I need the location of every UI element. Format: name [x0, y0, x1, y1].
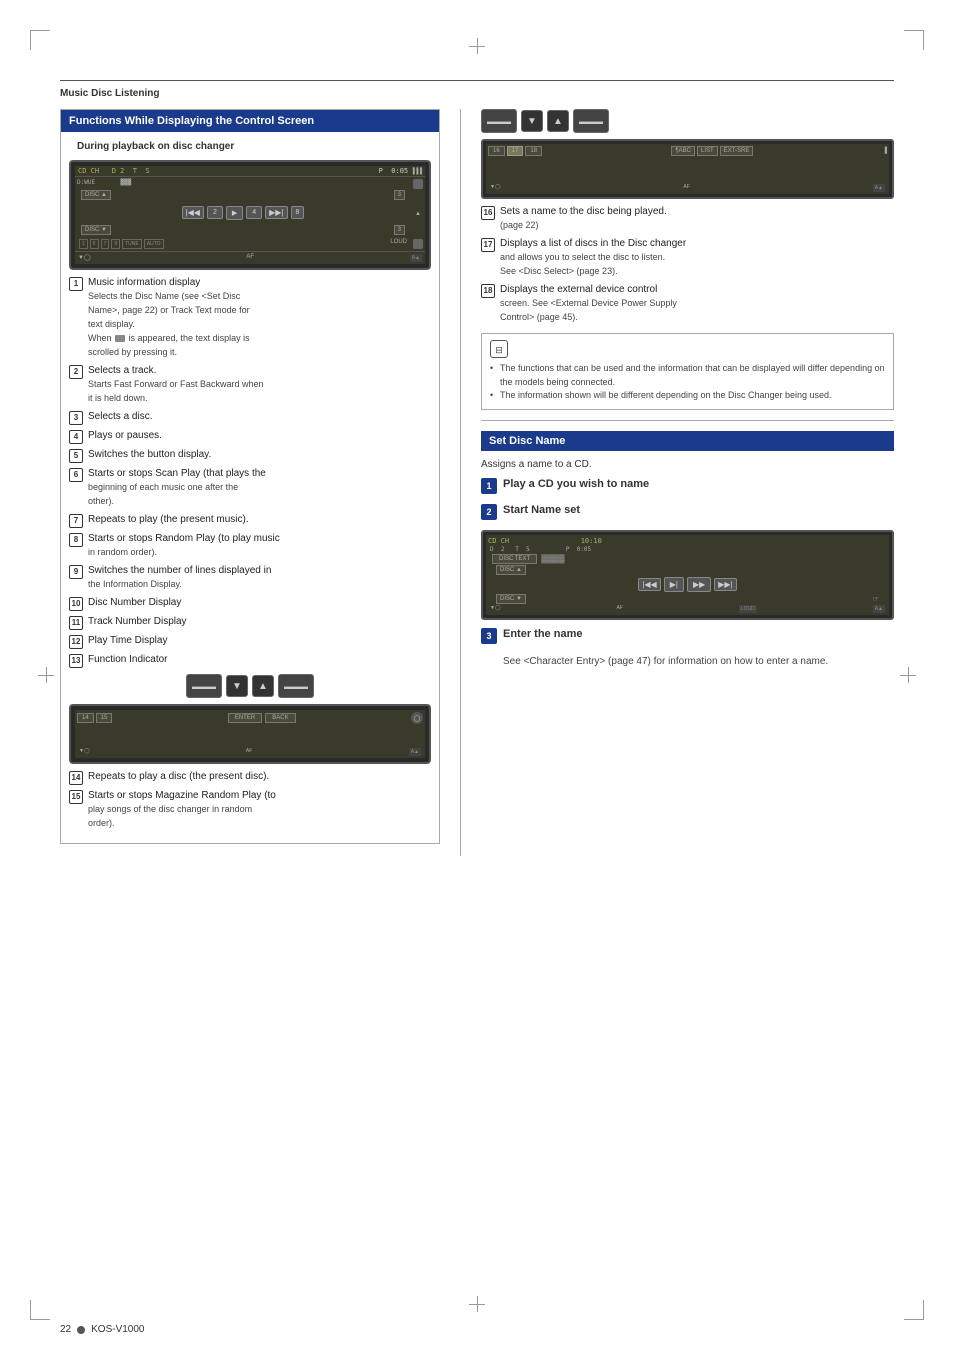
set-disc-name-title: Set Disc Name [481, 431, 894, 451]
note-bullets: The functions that can be used and the i… [490, 362, 885, 403]
list-item: 8 Starts or stops Random Play (to play m… [69, 532, 431, 560]
list-item: 3 Selects a disc. [69, 410, 431, 425]
device-screen-right: 16 17 18 ¶ABC LIST EXT-SRE ▐ ▼◯ A [481, 139, 894, 199]
column-divider [460, 109, 461, 856]
note-box: ⊟ The functions that can be used and the… [481, 333, 894, 410]
icon-buttons-area: ▬▬▬ ▼ ▲ ▬▬▬ [69, 674, 431, 698]
step-3-desc: See <Character Entry> (page 47) for info… [503, 654, 894, 669]
list-item: 2 Selects a track. Starts Fast Forward o… [69, 364, 431, 406]
model-name: KOS-V1000 [91, 1324, 144, 1335]
items-list-1: 1 Music information display Selects the … [69, 276, 431, 668]
right-column: ▬▬▬ ▼ ▲ ▬▬▬ 16 17 [481, 109, 894, 856]
page-footer: 22 KOS-V1000 [60, 1324, 145, 1335]
list-item: 11 Track Number Display [69, 615, 431, 630]
crosshair-right [900, 667, 916, 683]
items-list-2: 14 Repeats to play a disc (the present d… [69, 770, 431, 831]
list-item: 12 Play Time Display [69, 634, 431, 649]
screen-button-2: ▬▬▬ [278, 674, 314, 698]
list-item: 1 Music information display Selects the … [69, 276, 431, 360]
screen-button-1: ▬▬▬ [186, 674, 222, 698]
list-item: 4 Plays or pauses. [69, 429, 431, 444]
list-item: 5 Switches the button display. [69, 448, 431, 463]
control-screen-box: Functions While Displaying the Control S… [60, 109, 440, 844]
screen-button-down: ▼ [226, 675, 248, 697]
footer-dot [77, 1326, 85, 1334]
corner-mark-tl [30, 30, 50, 50]
list-item: 16 Sets a name to the disc being played.… [481, 205, 894, 233]
list-item: 15 Starts or stops Magazine Random Play … [69, 789, 431, 831]
list-item: 7 Repeats to play (the present music). [69, 513, 431, 528]
list-item: 13 Function Indicator [69, 653, 431, 668]
crosshair-bottom [469, 1296, 485, 1312]
list-item: 17 Displays a list of discs in the Disc … [481, 237, 894, 279]
box-title: Functions While Displaying the Control S… [61, 110, 439, 132]
box-subtitle: During playback on disc changer [69, 136, 431, 154]
list-item: 9 Switches the number of lines displayed… [69, 564, 431, 592]
device-screen-2: 14 15 ENTER BACK ◯ ▼◯ [69, 704, 431, 764]
list-item: 18 Displays the external device control … [481, 283, 894, 325]
device-screen-1: CD CH D 2 T S P 0:05 ▐▐▐ D:WUE ▓▓▓ [69, 160, 431, 270]
device-screen-set-disc: CD CH 10:10 D 2 T 5 P 0:05 DISC TEXT ▓▓▓… [481, 530, 894, 620]
set-disc-name-section: Set Disc Name Assigns a name to a CD. 1 … [481, 431, 894, 669]
corner-mark-tr [904, 30, 924, 50]
page-number: 22 [60, 1324, 71, 1335]
note-bullet-1: The functions that can be used and the i… [490, 362, 885, 389]
note-bullet-2: The information shown will be different … [490, 389, 885, 403]
corner-mark-bl [30, 1300, 50, 1320]
section-divider [481, 420, 894, 421]
corner-mark-br [904, 1300, 924, 1320]
right-icon-buttons: ▬▬▬ ▼ ▲ ▬▬▬ [481, 109, 894, 133]
section-header: Music Disc Listening [60, 80, 894, 99]
set-disc-name-subtitle: Assigns a name to a CD. [481, 459, 894, 470]
step-2: 2 Start Name set [481, 504, 894, 520]
step-3: 3 Enter the name [481, 628, 894, 644]
list-item: 14 Repeats to play a disc (the present d… [69, 770, 431, 785]
screen-button-up: ▲ [252, 675, 274, 697]
crosshair-top [469, 38, 485, 54]
list-item: 6 Starts or stops Scan Play (that plays … [69, 467, 431, 509]
note-icon: ⊟ [490, 340, 508, 358]
right-items-list: 16 Sets a name to the disc being played.… [481, 205, 894, 325]
step-1: 1 Play a CD you wish to name [481, 478, 894, 494]
crosshair-left [38, 667, 54, 683]
left-column: Functions While Displaying the Control S… [60, 109, 440, 856]
list-item: 10 Disc Number Display [69, 596, 431, 611]
